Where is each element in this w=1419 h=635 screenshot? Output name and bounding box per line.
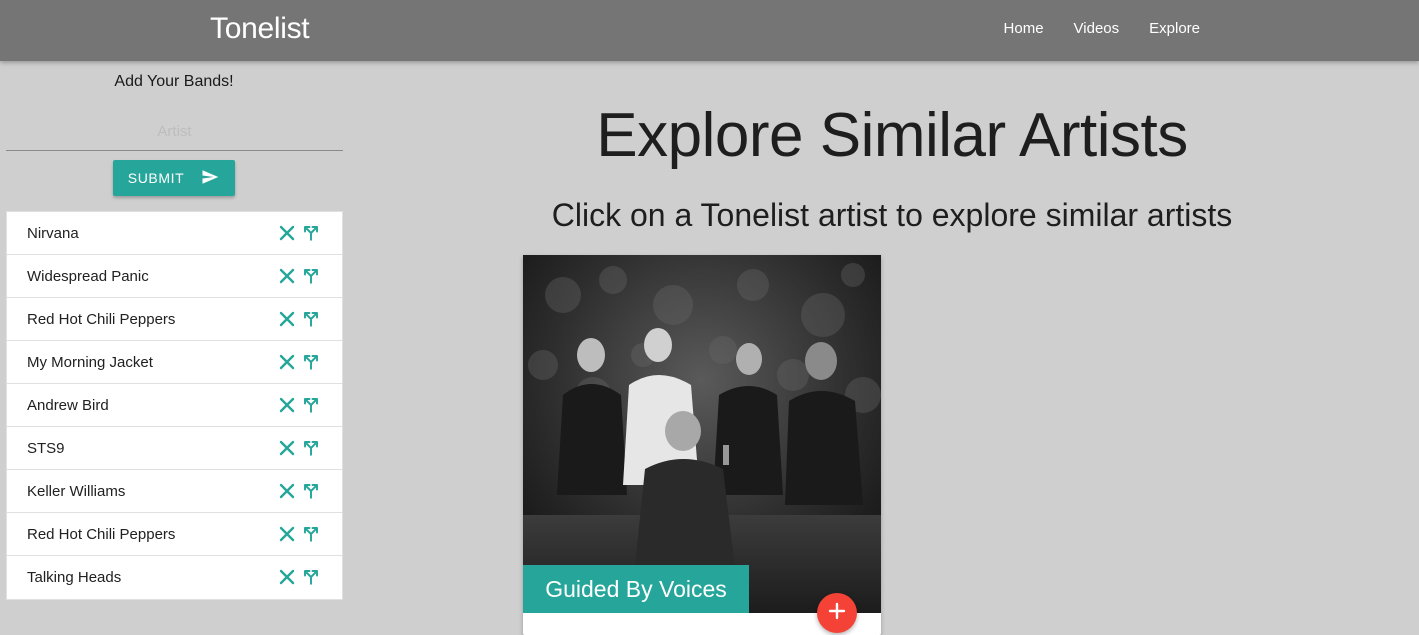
artist-photo[interactable]: [523, 255, 881, 613]
close-icon[interactable]: [278, 223, 296, 243]
close-icon[interactable]: [278, 395, 296, 415]
band-actions: [278, 352, 320, 372]
band-list-item: STS9: [7, 427, 342, 470]
band-actions: [278, 266, 320, 286]
add-bands-title: Add Your Bands!: [114, 73, 234, 90]
add-artist-button[interactable]: [817, 593, 857, 633]
artist-name-label[interactable]: Guided By Voices: [523, 565, 749, 613]
nav-link-home[interactable]: Home: [1004, 20, 1044, 37]
band-name: Widespread Panic: [27, 267, 149, 285]
submit-button[interactable]: SUBMIT: [113, 160, 235, 196]
close-icon[interactable]: [278, 438, 296, 458]
call-split-icon[interactable]: [302, 352, 320, 372]
band-name: Red Hot Chili Peppers: [27, 525, 176, 543]
submit-label: SUBMIT: [127, 170, 185, 186]
page-subtitle: Click on a Tonelist artist to explore si…: [551, 197, 1233, 233]
band-actions: [278, 395, 320, 415]
band-list-item: Talking Heads: [7, 556, 342, 599]
band-name: Red Hot Chili Peppers: [27, 310, 176, 328]
close-icon[interactable]: [278, 567, 296, 587]
band-list-item: Andrew Bird: [7, 384, 342, 427]
nav-link-videos[interactable]: Videos: [1074, 20, 1120, 37]
call-split-icon[interactable]: [302, 524, 320, 544]
close-icon[interactable]: [278, 524, 296, 544]
call-split-icon[interactable]: [302, 481, 320, 501]
band-list-item: Keller Williams: [7, 470, 342, 513]
band-name: Andrew Bird: [27, 396, 109, 414]
band-actions: [278, 524, 320, 544]
band-actions: [278, 481, 320, 501]
artist-input[interactable]: [6, 113, 343, 151]
call-split-icon[interactable]: [302, 395, 320, 415]
band-name: STS9: [27, 439, 65, 457]
call-split-icon[interactable]: [302, 223, 320, 243]
band-name: Talking Heads: [27, 569, 122, 586]
close-icon[interactable]: [278, 481, 296, 501]
band-list-item: Nirvana: [7, 212, 342, 255]
close-icon[interactable]: [278, 352, 296, 372]
band-name: My Morning Jacket: [27, 353, 153, 371]
close-icon[interactable]: [278, 266, 296, 286]
call-split-icon[interactable]: [302, 567, 320, 587]
sidebar: Add Your Bands! SUBMIT Nirvana Widesprea…: [0, 61, 350, 633]
band-actions: [278, 223, 320, 243]
close-icon[interactable]: [278, 309, 296, 329]
band-actions: [278, 438, 320, 458]
band-list-item: My Morning Jacket: [7, 341, 342, 384]
nav-link-explore[interactable]: Explore: [1149, 20, 1200, 37]
page-title: Explore Similar Artists: [596, 101, 1188, 170]
add-icon: [828, 602, 846, 625]
band-list: Nirvana Widespread Panic Red Hot Chili P…: [6, 211, 343, 600]
brand-logo[interactable]: Tonelist: [210, 12, 310, 46]
send-icon: [200, 168, 220, 189]
band-name: Keller Williams: [27, 482, 126, 500]
nav-links: Home Videos Explore: [1004, 20, 1200, 37]
call-split-icon[interactable]: [302, 266, 320, 286]
band-actions: [278, 567, 320, 587]
band-actions: [278, 309, 320, 329]
band-name: Nirvana: [27, 224, 79, 242]
band-list-item: Widespread Panic: [7, 255, 342, 298]
artist-card[interactable]: Guided By Voices: [523, 255, 881, 635]
call-split-icon[interactable]: [302, 309, 320, 329]
band-list-item: Red Hot Chili Peppers: [7, 298, 342, 341]
call-split-icon[interactable]: [302, 438, 320, 458]
band-list-item: Red Hot Chili Peppers: [7, 513, 342, 556]
navbar: Tonelist Home Videos Explore: [0, 0, 1419, 61]
